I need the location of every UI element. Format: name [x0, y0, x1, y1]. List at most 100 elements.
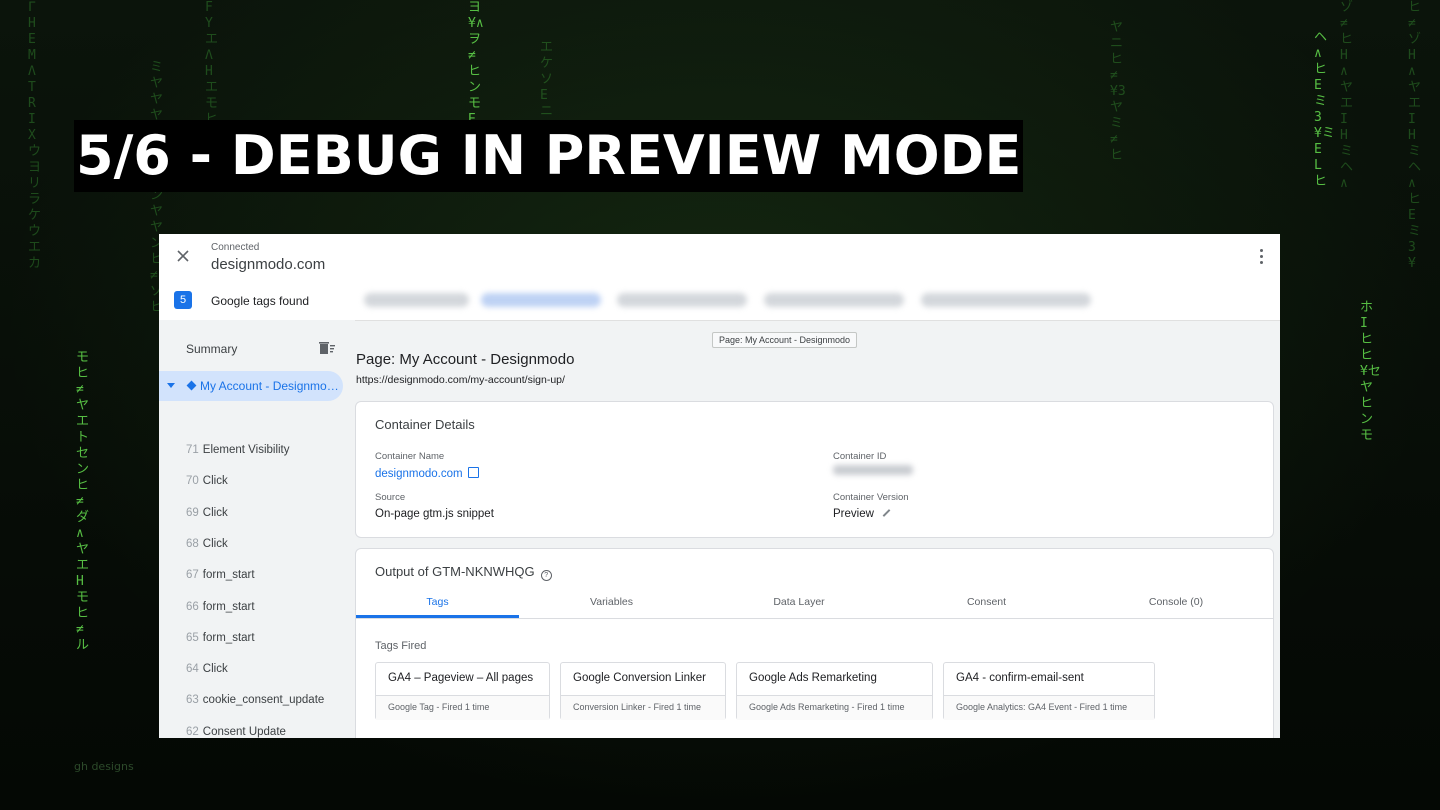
event-number: 70	[186, 475, 199, 488]
event-label: Click	[202, 663, 228, 676]
event-label: form_start	[202, 631, 255, 644]
matrix-rain-column: ホIヒヒ¥セヤヒンモ	[1360, 300, 1381, 443]
sidebar-event-item[interactable]: 65 form_start	[186, 632, 255, 644]
page-title: Page: My Account - Designmodo	[356, 351, 575, 368]
open-in-new-icon[interactable]	[467, 467, 479, 478]
tab-variables[interactable]: Variables	[519, 596, 704, 608]
source-value: On-page gtm.js snippet	[375, 508, 494, 520]
page-tooltip: Page: My Account - Designmodo	[712, 332, 858, 348]
edit-pencil-icon[interactable]	[882, 509, 891, 517]
sidebar-event-item[interactable]: 62 Consent Update	[186, 726, 286, 738]
matrix-rain-column: ヘ∧ヒEミ3¥ミELヒ	[1314, 30, 1335, 189]
sidebar-item-label: My Account - Designmodo	[200, 379, 340, 393]
blurred-tag-chip[interactable]	[921, 293, 1091, 307]
page-url: https://designmodo.com/my-account/sign-u…	[356, 374, 565, 386]
blurred-tag-chip[interactable]	[764, 293, 904, 307]
slide-headline: 5/6 - DEBUG IN PREVIEW MODE	[74, 120, 1024, 192]
event-label: Click	[202, 506, 228, 519]
event-number: 65	[186, 631, 199, 644]
event-label: cookie_consent_update	[202, 694, 325, 707]
active-tab-indicator	[356, 615, 519, 618]
page-diamond-icon	[186, 380, 197, 391]
fired-tag-card[interactable]: GA4 – Pageview – All pages Google Tag - …	[375, 662, 550, 720]
fired-tag-name: Google Ads Remarketing	[749, 672, 877, 684]
matrix-rain-column: ゾ≠ヒH∧ヤエIHミヘ∧	[1340, 0, 1354, 191]
main-panel: Page: My Account - Designmodo Page: My A…	[355, 320, 1280, 738]
tag-count-badge[interactable]: 5	[174, 291, 192, 309]
event-sidebar: Summary My Account - Designmodo 71 Elemen…	[159, 320, 355, 738]
watermark: gh designs	[74, 760, 134, 773]
container-version-value: Preview	[833, 508, 874, 520]
tab-tags[interactable]: Tags	[356, 596, 519, 608]
output-card: Output of GTM-NKNWHQG? Tags Variables Da…	[355, 548, 1274, 738]
container-version-row: Preview	[833, 508, 891, 520]
sidebar-event-item[interactable]: 64 Click	[186, 663, 228, 675]
sidebar-event-item[interactable]: 67 form_start	[186, 569, 255, 581]
event-label: Click	[202, 475, 228, 488]
fired-tag-name: Google Conversion Linker	[573, 672, 706, 684]
blurred-container-id	[833, 465, 913, 475]
top-bar: Connected designmodo.com	[159, 234, 1280, 283]
help-icon[interactable]: ?	[540, 570, 552, 581]
summary-link[interactable]: Summary	[186, 342, 237, 356]
output-title-row: Output of GTM-NKNWHQG?	[375, 564, 552, 581]
tab-console[interactable]: Console (0)	[1079, 596, 1273, 608]
close-icon[interactable]	[175, 248, 191, 264]
output-title: Output of GTM-NKNWHQG	[375, 564, 535, 579]
sidebar-event-item[interactable]: 69 Click	[186, 507, 228, 519]
blurred-tag-chip[interactable]	[481, 293, 601, 307]
sidebar-event-item[interactable]: 71 Element Visibility	[186, 444, 290, 456]
tab-data-layer[interactable]: Data Layer	[704, 596, 894, 608]
blurred-tag-chip[interactable]	[364, 293, 469, 307]
container-details-card: Container Details Container Name designm…	[355, 401, 1274, 538]
tags-found-label[interactable]: Google tags found	[211, 294, 309, 308]
container-id-label: Container ID	[833, 451, 887, 462]
connection-status: Connected	[211, 242, 260, 253]
tags-found-bar: 5 Google tags found	[159, 282, 1280, 321]
fired-tag-card[interactable]: Google Conversion Linker Conversion Link…	[560, 662, 726, 720]
sidebar-event-item[interactable]: 63 cookie_consent_update	[186, 694, 324, 706]
gtm-preview-window: Connected designmodo.com 5 Google tags f…	[159, 234, 1280, 738]
fired-tag-card[interactable]: GA4 - confirm-email-sent Google Analytic…	[943, 662, 1155, 720]
matrix-rain-column: モヒ≠ヤエトセンヒ≠ダ∧ヤエHモヒ≠ル	[76, 350, 90, 653]
event-label: Consent Update	[202, 725, 286, 738]
event-number: 62	[186, 725, 199, 738]
event-label: form_start	[202, 569, 255, 582]
event-number: 66	[186, 600, 199, 613]
event-number: 64	[186, 663, 199, 676]
container-details-title: Container Details	[375, 417, 475, 432]
matrix-rain-column: ΓHEMΛTRIXウヨリラケウエカ	[28, 0, 42, 271]
event-number: 71	[186, 444, 199, 456]
event-number: 69	[186, 506, 199, 519]
matrix-rain-column: ヤニヒ≠¥3ヤミ≠ヒ	[1110, 20, 1126, 163]
sidebar-event-item[interactable]: 70 Click	[186, 475, 228, 487]
container-name-value[interactable]: designmodo.com	[375, 468, 463, 480]
source-label: Source	[375, 492, 406, 503]
sidebar-event-item[interactable]: 68 Click	[186, 538, 228, 550]
event-label: Click	[202, 537, 228, 550]
fired-tag-subtitle: Google Analytics: GA4 Event - Fired 1 ti…	[956, 702, 1128, 712]
output-tabs: Tags Variables Data Layer Consent Consol…	[356, 588, 1273, 619]
event-label: form_start	[202, 600, 255, 613]
more-vert-icon[interactable]	[1260, 249, 1264, 265]
fired-tag-subtitle: Google Tag - Fired 1 time	[388, 702, 490, 712]
delete-sweep-icon[interactable]	[319, 341, 335, 355]
fired-tag-subtitle: Conversion Linker - Fired 1 time	[573, 702, 702, 712]
tab-consent[interactable]: Consent	[894, 596, 1079, 608]
caret-down-icon[interactable]	[167, 383, 175, 388]
matrix-rain-column: ヒ≠ゾH∧ヤエIHミヘ∧ヒEミ3¥	[1408, 0, 1422, 271]
container-name-label: Container Name	[375, 451, 445, 462]
sidebar-event-item[interactable]: 66 form_start	[186, 601, 255, 613]
container-name-link[interactable]: designmodo.com	[375, 467, 479, 480]
container-version-label: Container Version	[833, 492, 909, 503]
fired-tag-card[interactable]: Google Ads Remarketing Google Ads Remark…	[736, 662, 933, 720]
fired-tag-subtitle: Google Ads Remarketing - Fired 1 time	[749, 702, 905, 712]
connected-domain: designmodo.com	[211, 256, 326, 273]
event-label: Element Visibility	[202, 444, 290, 456]
fired-tag-name: GA4 – Pageview – All pages	[388, 672, 534, 684]
event-number: 67	[186, 569, 199, 582]
event-number: 63	[186, 694, 199, 707]
sidebar-item-selected-page[interactable]: My Account - Designmodo	[159, 371, 343, 401]
blurred-tag-chip[interactable]	[617, 293, 747, 307]
event-number: 68	[186, 537, 199, 550]
